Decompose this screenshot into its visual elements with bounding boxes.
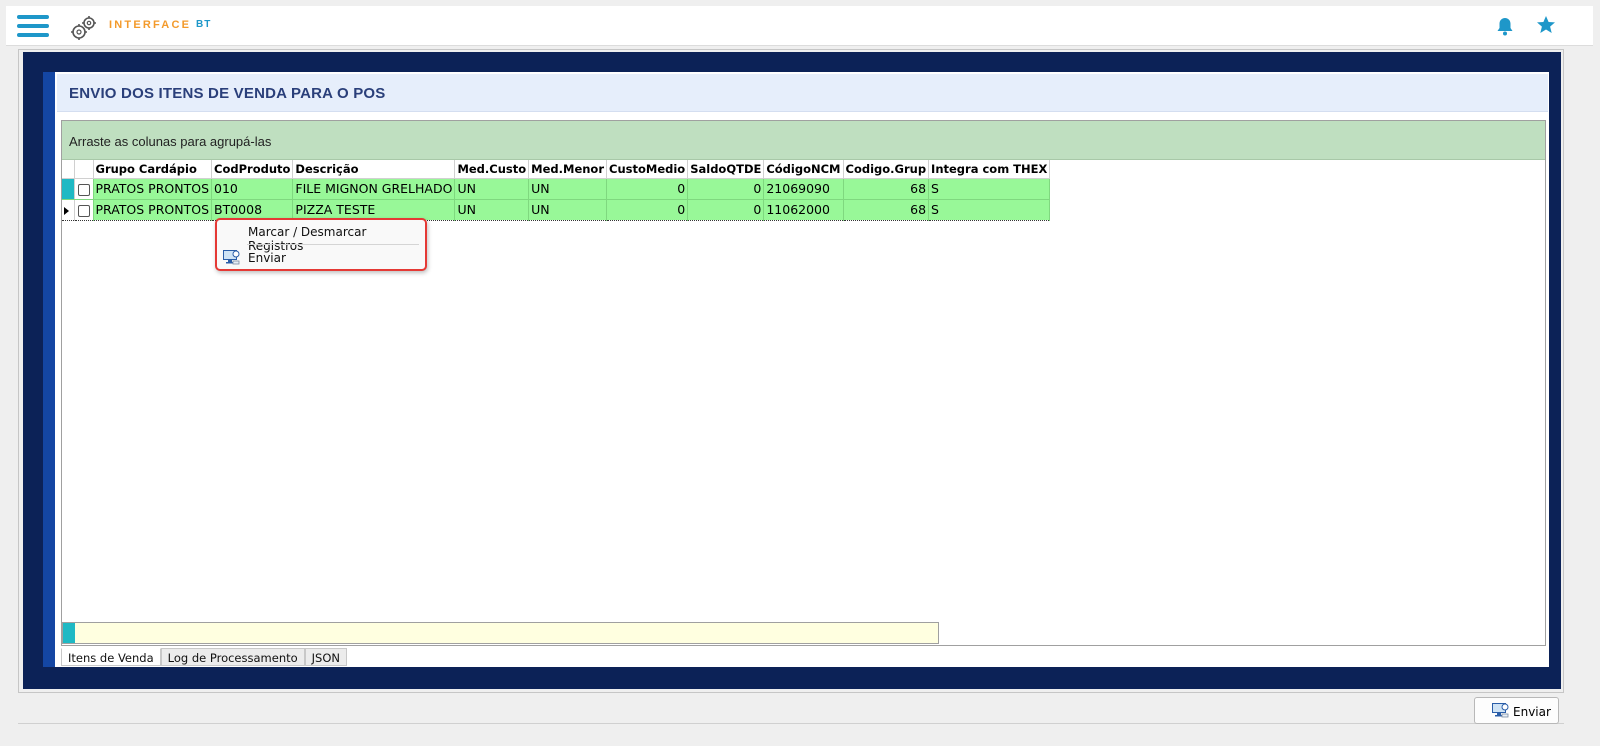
hamburger-menu-icon[interactable]	[17, 13, 49, 39]
group-hint: Arraste as colunas para agrupá-las	[69, 134, 272, 149]
monitor-send-icon	[1492, 703, 1509, 718]
cell-med-menor[interactable]: UN	[528, 198, 608, 221]
cell-descricao[interactable]: PIZZA TESTE	[292, 198, 456, 221]
grid-table: Grupo Cardápio CodProduto Descrição Med.…	[62, 160, 1051, 221]
cell-cod[interactable]: BT0008	[211, 198, 294, 221]
group-panel[interactable]: Arraste as colunas para agrupá-las	[62, 121, 1545, 160]
column-header[interactable]: CodProduto	[211, 160, 294, 179]
cell-ncm[interactable]: 21069090	[763, 178, 844, 200]
column-header[interactable]: Med.Menor	[528, 160, 608, 179]
current-row-arrow-icon	[64, 206, 69, 215]
cell-descricao[interactable]: FILE MIGNON GRELHADO	[292, 178, 456, 200]
row-indicator	[62, 198, 75, 221]
column-header[interactable]: Codigo.Grup	[843, 160, 930, 179]
title-bar: ENVIO DOS ITENS DE VENDA PARA O POS	[57, 74, 1548, 112]
tab-log-de-processamento[interactable]: Log de Processamento	[160, 648, 305, 666]
cell-custo-medio[interactable]: 0	[606, 198, 689, 221]
column-header[interactable]: Descrição	[292, 160, 456, 179]
cell-cod-grup[interactable]: 68	[843, 198, 930, 221]
column-header[interactable]: CódigoNCM	[763, 160, 844, 179]
send-button[interactable]: Enviar	[1474, 697, 1559, 724]
cell-integra[interactable]: S	[928, 178, 1051, 200]
tab-itens-de-venda[interactable]: Itens de Venda	[61, 648, 161, 666]
footer-indicator	[63, 623, 75, 643]
bottom-divider	[18, 723, 1564, 724]
row-indicator	[62, 178, 75, 200]
row-checkbox[interactable]	[74, 178, 94, 200]
column-header[interactable]: CustoMedio	[606, 160, 689, 179]
page-title: ENVIO DOS ITENS DE VENDA PARA O POS	[69, 85, 386, 102]
row-checkbox[interactable]	[74, 198, 94, 221]
star-icon[interactable]	[1536, 15, 1556, 35]
cell-cod[interactable]: 010	[211, 178, 294, 200]
tab-json[interactable]: JSON	[304, 648, 348, 666]
column-header[interactable]: Grupo Cardápio	[93, 160, 213, 179]
logo-text: INTERFACE	[109, 19, 192, 31]
cell-integra[interactable]: S	[928, 198, 1051, 221]
tab-strip: Itens de Venda Log de Processamento JSON	[61, 648, 348, 666]
grid-footer	[62, 622, 939, 644]
data-grid: Arraste as colunas para agrupá-las Grupo…	[61, 120, 1546, 646]
logo-suffix: BT	[196, 19, 212, 30]
bell-icon[interactable]	[1496, 16, 1514, 36]
cell-med-menor[interactable]: UN	[528, 178, 608, 200]
cell-med-custo[interactable]: UN	[454, 178, 530, 200]
cell-cod-grup[interactable]: 68	[843, 178, 930, 200]
send-button-label: Enviar	[1513, 705, 1551, 719]
checkbox-header	[74, 160, 94, 179]
cell-saldo[interactable]: 0	[687, 198, 765, 221]
menu-separator	[247, 244, 419, 245]
monitor-send-icon	[223, 250, 240, 265]
cell-ncm[interactable]: 11062000	[763, 198, 844, 221]
cell-saldo[interactable]: 0	[687, 178, 765, 200]
cell-med-custo[interactable]: UN	[454, 198, 530, 221]
left-stripe	[43, 72, 55, 667]
cell-grupo[interactable]: PRATOS PRONTOS	[93, 178, 213, 200]
top-bar: INTERFACE BT	[6, 6, 1593, 46]
table-row[interactable]: PRATOS PRONTOS 010 FILE MIGNON GRELHADO …	[62, 178, 1051, 200]
column-header[interactable]: SaldoQTDE	[687, 160, 765, 179]
header-row: Grupo Cardápio CodProduto Descrição Med.…	[62, 160, 1051, 179]
menu-item-send[interactable]: Enviar	[217, 247, 425, 269]
cell-custo-medio[interactable]: 0	[606, 178, 689, 200]
table-row[interactable]: PRATOS PRONTOS BT0008 PIZZA TESTE UN UN …	[62, 198, 1051, 221]
cell-grupo[interactable]: PRATOS PRONTOS	[93, 198, 213, 221]
menu-item-label: Enviar	[248, 251, 286, 265]
gears-icon	[71, 16, 96, 40]
column-header[interactable]: Med.Custo	[454, 160, 530, 179]
context-menu: Marcar / Desmarcar Registros Enviar	[215, 218, 427, 271]
indicator-header	[62, 160, 75, 179]
column-header[interactable]: Integra com THEX	[928, 160, 1051, 179]
menu-item-toggle-selection[interactable]: Marcar / Desmarcar Registros	[217, 221, 425, 253]
